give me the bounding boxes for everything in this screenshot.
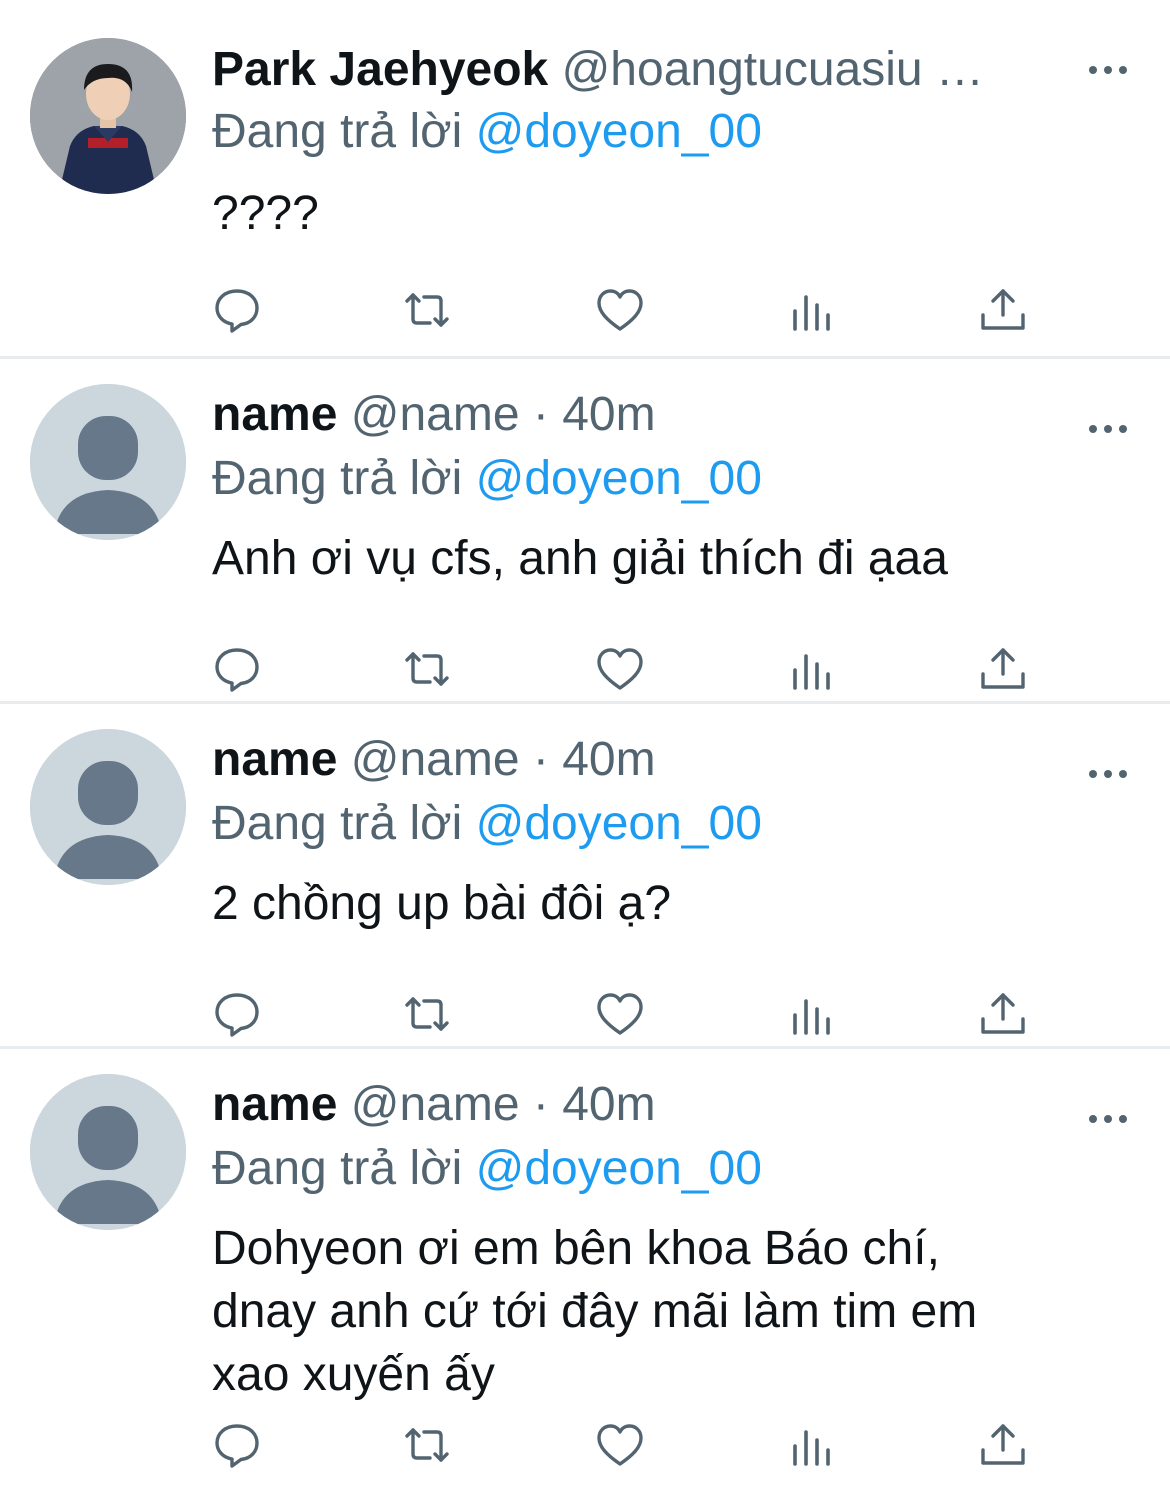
replying-to-handle[interactable]: @doyeon_00 [476,452,762,505]
tweet[interactable]: Park Jaehyeok @hoangtucuasiu … Đang trả … [0,0,1170,359]
retweet-icon[interactable] [402,1420,452,1470]
more-options-icon[interactable] [1088,62,1128,78]
tweet-actions [212,285,1032,335]
like-icon[interactable] [595,1420,645,1470]
display-name[interactable]: name [212,388,337,441]
retweet-icon[interactable] [402,989,452,1039]
replying-to: Đang trả lời @doyeon_00 [212,447,762,511]
display-name[interactable]: Park Jaehyeok [212,43,548,96]
tweet-text: ???? [212,187,319,240]
reply-icon[interactable] [212,285,262,335]
like-icon[interactable] [595,989,645,1039]
replying-to: Đang trả lời @doyeon_00 [212,1137,762,1201]
replying-to-label: Đang trả lời [212,452,463,505]
share-icon[interactable] [978,989,1028,1039]
tweet-actions [212,644,1032,694]
tweet-header: name @name · 40m [212,1073,1072,1137]
reply-feed: Park Jaehyeok @hoangtucuasiu … Đang trả … [0,0,1170,1497]
tweet[interactable]: name @name · 40m Đang trả lời @doyeon_00… [0,359,1170,704]
share-icon[interactable] [978,285,1028,335]
tweet[interactable]: name @name · 40m Đang trả lời @doyeon_00… [0,704,1170,1049]
replying-to-label: Đang trả lời [212,1142,463,1195]
reply-icon[interactable] [212,644,262,694]
like-icon[interactable] [595,285,645,335]
tweet-timestamp[interactable]: · 40m [520,733,656,786]
replying-to-handle[interactable]: @doyeon_00 [476,797,762,850]
tweet-header: Park Jaehyeok @hoangtucuasiu … [212,38,1072,102]
replying-to: Đang trả lời @doyeon_00 [212,100,762,164]
avatar[interactable] [30,1074,186,1230]
retweet-icon[interactable] [402,285,452,335]
reply-icon[interactable] [212,1420,262,1470]
like-icon[interactable] [595,644,645,694]
views-icon[interactable] [788,644,838,694]
tweet-timestamp[interactable]: · 40m [520,1078,656,1131]
tweet-text: Anh ơi vụ cfs, anh giải thích đi ạaa [212,532,948,585]
avatar[interactable] [30,384,186,540]
reply-icon[interactable] [212,989,262,1039]
replying-to: Đang trả lời @doyeon_00 [212,792,762,856]
views-icon[interactable] [788,1420,838,1470]
display-name[interactable]: name [212,1078,337,1131]
user-handle[interactable]: @name [351,388,520,441]
tweet-actions [212,1420,1032,1470]
more-options-icon[interactable] [1088,766,1128,782]
default-avatar-icon [30,1074,186,1230]
tweet[interactable]: name @name · 40m Đang trả lời @doyeon_00… [0,1049,1170,1497]
default-avatar-icon [30,384,186,540]
profile-photo [30,38,186,194]
user-handle[interactable]: @hoangtucuasiu [562,43,923,96]
more-options-icon[interactable] [1088,421,1128,437]
tweet-timestamp[interactable]: · 40m [520,388,656,441]
tweet-meta: … [922,43,984,96]
share-icon[interactable] [978,1420,1028,1470]
replying-to-label: Đang trả lời [212,797,463,850]
tweet-text: Dohyeon ơi em bên khoa Báo chí, dnay anh… [212,1222,978,1401]
retweet-icon[interactable] [402,644,452,694]
views-icon[interactable] [788,285,838,335]
avatar[interactable] [30,729,186,885]
replying-to-label: Đang trả lời [212,105,463,158]
user-handle[interactable]: @name [351,733,520,786]
tweet-header: name @name · 40m [212,728,1072,792]
more-options-icon[interactable] [1088,1111,1128,1127]
views-icon[interactable] [788,989,838,1039]
tweet-header: name @name · 40m [212,383,1072,447]
tweet-actions [212,989,1032,1039]
tweet-text: 2 chồng up bài đôi ạ? [212,877,672,930]
user-handle[interactable]: @name [351,1078,520,1131]
share-icon[interactable] [978,644,1028,694]
replying-to-handle[interactable]: @doyeon_00 [476,105,762,158]
replying-to-handle[interactable]: @doyeon_00 [476,1142,762,1195]
default-avatar-icon [30,729,186,885]
avatar[interactable] [30,38,186,194]
display-name[interactable]: name [212,733,337,786]
